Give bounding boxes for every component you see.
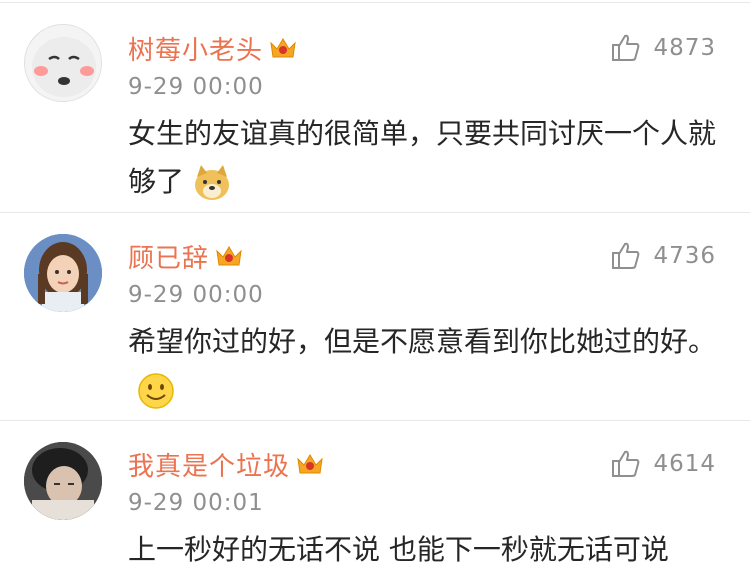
avatar[interactable] xyxy=(24,442,102,520)
thumbs-up-icon xyxy=(611,241,641,271)
avatar[interactable] xyxy=(24,234,102,312)
like-button[interactable]: 4614 xyxy=(611,446,716,482)
vip-crown-icon xyxy=(296,451,324,477)
vip-crown-icon xyxy=(269,35,297,61)
timestamp: 9-29 00:01 xyxy=(128,490,264,516)
username[interactable]: 我真是个垃圾 xyxy=(128,446,290,483)
thumbs-up-icon xyxy=(611,449,641,479)
smile-emoji xyxy=(136,371,176,411)
comment-text: 希望你过的好，但是不愿意看到你比她过的好。 xyxy=(128,318,718,414)
thumbs-up-icon xyxy=(611,33,641,63)
username-row: 我真是个垃圾 xyxy=(128,446,324,482)
like-button[interactable]: 4736 xyxy=(611,238,716,274)
username[interactable]: 顾已辞 xyxy=(128,238,209,275)
doge-emoji xyxy=(192,163,232,203)
like-count: 4614 xyxy=(653,451,716,477)
comment-item: 我真是个垃圾 9-29 00:01 4614 上一秒好的无话不说 也能下一秒就无… xyxy=(0,420,750,582)
like-button[interactable]: 4873 xyxy=(611,30,716,66)
comment-text: 女生的友谊真的很简单，只要共同讨厌一个人就够了 xyxy=(128,110,718,206)
comment-item: 顾已辞 9-29 00:00 4736 希望你过的好，但是不愿意看到你比她过的好… xyxy=(0,212,750,420)
username-row: 顾已辞 xyxy=(128,238,243,274)
timestamp: 9-29 00:00 xyxy=(128,282,264,308)
comment-text-body: 希望你过的好，但是不愿意看到你比她过的好。 xyxy=(128,325,717,358)
like-count: 4873 xyxy=(653,35,716,61)
comment-item: 树莓小老头 9-29 00:00 4873 女生的友谊真的很简单，只要共同讨厌一… xyxy=(0,0,750,212)
avatar[interactable] xyxy=(24,24,102,102)
avatar-face-icon xyxy=(25,25,101,101)
timestamp: 9-29 00:00 xyxy=(128,74,264,100)
username-row: 树莓小老头 xyxy=(128,30,297,66)
avatar-portrait-icon xyxy=(24,442,102,520)
vip-crown-icon xyxy=(215,243,243,269)
like-count: 4736 xyxy=(653,243,716,269)
comment-text-body: 上一秒好的无话不说 也能下一秒就无话可说 xyxy=(128,533,669,566)
username[interactable]: 树莓小老头 xyxy=(128,30,263,67)
avatar-portrait-icon xyxy=(24,234,102,312)
comment-text: 上一秒好的无话不说 也能下一秒就无话可说 xyxy=(128,526,718,574)
